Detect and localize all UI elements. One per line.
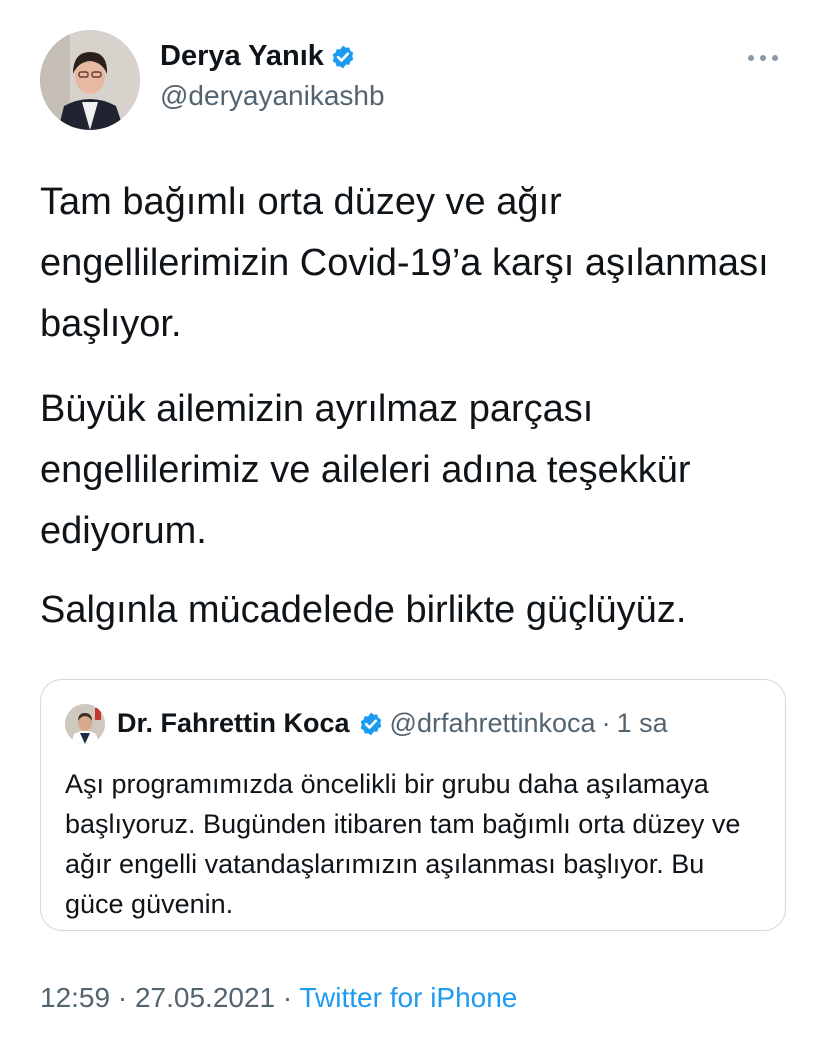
- tweet-paragraph: Büyük ailemizin ayrılmaz parçası engelli…: [40, 388, 691, 552]
- more-horizontal-icon: [772, 55, 778, 61]
- tweet-paragraph: Tam bağımlı orta düzey ve ağır engellile…: [40, 181, 769, 345]
- tweet-body: Tam bağımlı orta düzey ve ağır engellile…: [40, 172, 800, 665]
- author-handle[interactable]: @deryayanikashb: [160, 80, 385, 112]
- verified-badge-icon: [332, 45, 354, 68]
- quoted-author-avatar: [65, 704, 105, 744]
- quoted-author-handle: @drfahrettinkoca: [389, 708, 596, 738]
- author-name-row: Derya Yanık: [160, 40, 356, 73]
- quoted-tweet-card[interactable]: Dr. Fahrettin Koca @drfahrettinkoca · 1 …: [40, 679, 786, 931]
- author-name[interactable]: Derya Yanık: [160, 40, 324, 73]
- separator-dot: ·: [601, 708, 611, 738]
- tweet-source-link[interactable]: Twitter for iPhone: [300, 982, 518, 1013]
- verified-badge-icon: [360, 712, 381, 735]
- more-options-button[interactable]: [748, 48, 778, 68]
- tweet-date[interactable]: 27.05.2021: [135, 982, 275, 1013]
- quoted-author-avatar-image: [65, 704, 105, 744]
- author-avatar-image: [40, 30, 140, 130]
- more-horizontal-icon: [760, 55, 766, 61]
- separator-dot: ·: [282, 982, 293, 1013]
- tweet-paragraph: Salgınla mücadelede birlikte güçlüyüz.: [40, 589, 687, 631]
- quoted-tweet-time: 1 sa: [616, 708, 668, 738]
- more-horizontal-icon: [748, 55, 754, 61]
- quoted-tweet-text: Aşı programımızda öncelikli bir grubu da…: [65, 769, 741, 919]
- author-avatar[interactable]: [40, 30, 140, 130]
- tweet-meta: 12:59 · 27.05.2021 · Twitter for iPhone: [40, 982, 517, 1014]
- separator-dot: ·: [117, 982, 128, 1013]
- quoted-tweet-header: Dr. Fahrettin Koca @drfahrettinkoca · 1 …: [117, 708, 668, 739]
- quoted-author-name: Dr. Fahrettin Koca: [117, 708, 350, 738]
- tweet-time[interactable]: 12:59: [40, 982, 110, 1013]
